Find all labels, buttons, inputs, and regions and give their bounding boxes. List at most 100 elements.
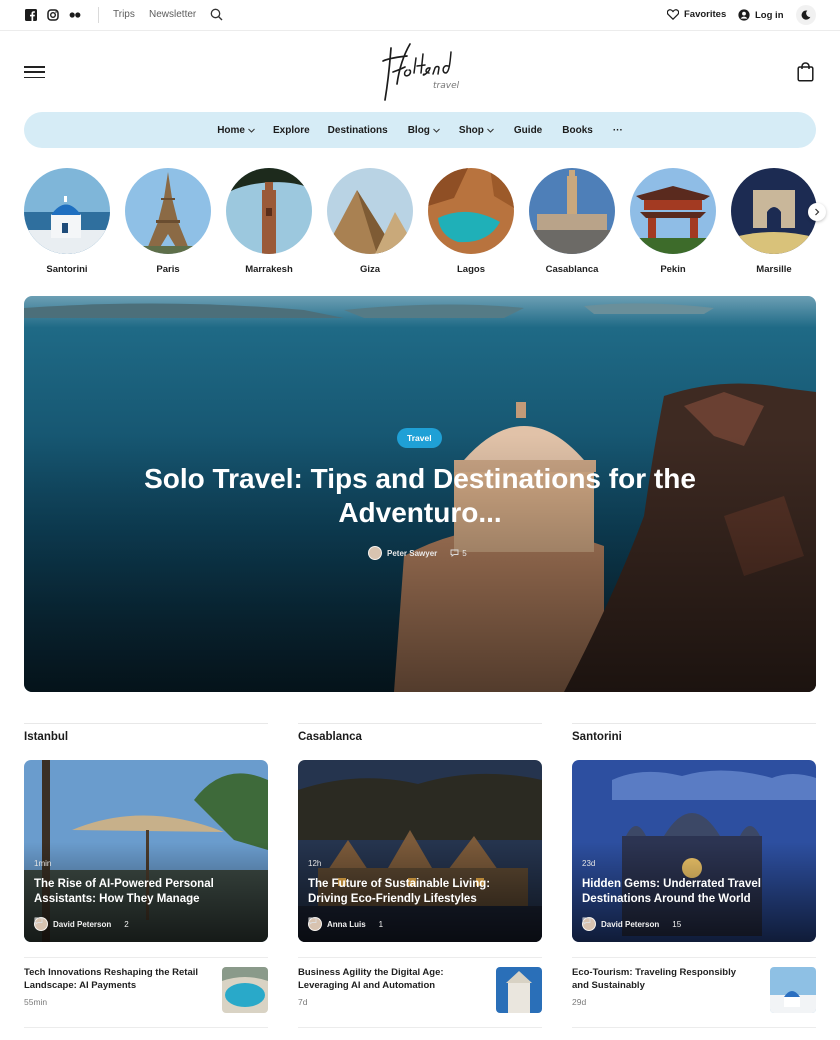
post-card[interactable]: 23d Hidden Gems: Underrated Travel Desti… xyxy=(572,760,816,942)
favorites-label: Favorites xyxy=(684,9,727,20)
destination-name: Pekin xyxy=(660,264,686,275)
destination-name: Giza xyxy=(359,264,381,275)
nav-item-guide[interactable]: Guide xyxy=(514,125,542,136)
destination-image xyxy=(630,168,716,254)
nav-more-button[interactable]: ··· xyxy=(613,125,623,136)
more-dots-icon: ··· xyxy=(612,124,623,136)
comment-count-value: 1 xyxy=(378,919,384,929)
destination-paris[interactable]: Paris xyxy=(125,168,211,275)
destination-giza[interactable]: Giza xyxy=(327,168,413,275)
post-image xyxy=(572,760,816,942)
post-title[interactable]: The Rise of AI-Powered Personal Assistan… xyxy=(34,877,244,907)
destination-name: Paris xyxy=(156,264,180,275)
mini-post[interactable]: Business Agility the Digital Age: Levera… xyxy=(298,957,542,1028)
column-title[interactable]: Istanbul xyxy=(24,731,268,743)
moon-icon xyxy=(801,10,811,20)
nav-item-label: Guide xyxy=(513,124,543,136)
post-age: 23d xyxy=(582,859,596,868)
comment-count-value: 5 xyxy=(462,548,467,558)
nav-item-label: Blog xyxy=(407,124,430,136)
comment-icon xyxy=(450,549,459,557)
post-image xyxy=(24,760,268,942)
newsletter-link[interactable]: Newsletter xyxy=(149,9,196,20)
destination-pekin[interactable]: Pekin xyxy=(630,168,716,275)
post-meta: David Peterson 15 xyxy=(582,917,681,931)
mini-post-title[interactable]: Tech Innovations Reshaping the Retail La… xyxy=(24,967,206,992)
comment-icon xyxy=(582,917,591,925)
post-card[interactable]: 12h The Future of Sustainable Living: Dr… xyxy=(298,760,542,942)
mini-post-thumbnail[interactable] xyxy=(770,967,816,1013)
destination-casablanca[interactable]: Casablanca xyxy=(529,168,615,275)
destination-image xyxy=(24,168,110,254)
mini-post-title[interactable]: Eco-Tourism: Traveling Responsibly and S… xyxy=(572,967,754,992)
mini-post-age: 7d xyxy=(298,997,308,1007)
facebook-icon[interactable] xyxy=(25,9,37,21)
login-button[interactable]: Log in xyxy=(738,9,784,21)
nav-item-label: Destinations xyxy=(327,124,388,136)
destination-name: Casablanca xyxy=(545,264,599,275)
comment-count[interactable]: 1 xyxy=(308,917,384,929)
comment-count[interactable]: 15 xyxy=(582,917,681,929)
post-age: 12h xyxy=(308,859,322,868)
heart-icon xyxy=(667,9,679,20)
main-navigation: Home Explore Destinations Blog Shop Guid… xyxy=(24,112,816,148)
author-avatar[interactable] xyxy=(368,546,382,560)
category-badge[interactable]: Travel xyxy=(397,428,442,448)
trips-link[interactable]: Trips xyxy=(113,9,135,20)
flickr-icon[interactable] xyxy=(69,9,81,21)
destination-marsille[interactable]: Marsille xyxy=(731,168,817,275)
nav-item-destinations[interactable]: Destinations xyxy=(328,125,388,136)
mini-post-thumbnail[interactable] xyxy=(496,967,542,1013)
mini-post-thumbnail[interactable] xyxy=(222,967,268,1013)
favorites-button[interactable]: Favorites xyxy=(667,9,726,20)
destination-santorini[interactable]: Santorini xyxy=(24,168,110,275)
next-arrow-button[interactable] xyxy=(808,203,826,221)
nav-item-books[interactable]: Books xyxy=(562,125,593,136)
author-name[interactable]: David Peterson xyxy=(601,920,659,929)
column-title[interactable]: Santorini xyxy=(572,731,816,743)
comment-count[interactable]: 2 xyxy=(34,917,129,929)
comment-count[interactable]: 5 xyxy=(450,548,467,558)
site-logo[interactable]: travel xyxy=(369,40,471,104)
menu-icon[interactable] xyxy=(24,66,45,79)
mini-post[interactable]: Eco-Tourism: Traveling Responsibly and S… xyxy=(572,957,816,1028)
mini-post[interactable]: Tech Innovations Reshaping the Retail La… xyxy=(24,957,268,1028)
chevron-right-icon xyxy=(815,208,820,216)
destination-image xyxy=(125,168,211,254)
nav-item-explore[interactable]: Explore xyxy=(273,125,310,136)
hero-featured-post[interactable]: Travel Solo Travel: Tips and Destination… xyxy=(24,296,816,692)
nav-item-label: Books xyxy=(562,124,593,136)
post-meta: Anna Luis 1 xyxy=(308,917,383,931)
destination-image xyxy=(731,168,817,254)
login-label: Log in xyxy=(755,9,784,21)
dark-mode-toggle[interactable] xyxy=(796,5,816,25)
destination-marrakesh[interactable]: Marrakesh xyxy=(226,168,312,275)
nav-item-label: Home xyxy=(217,124,245,136)
post-card[interactable]: 1min The Rise of AI-Powered Personal Ass… xyxy=(24,760,268,942)
mini-post-age: 29d xyxy=(572,997,587,1007)
destination-image xyxy=(428,168,514,254)
nav-item-blog[interactable]: Blog xyxy=(408,125,440,136)
top-utility-bar: Trips Newsletter Favorites Log in xyxy=(0,0,840,31)
comment-icon xyxy=(34,917,43,925)
column-title[interactable]: Casablanca xyxy=(298,731,542,743)
search-icon[interactable] xyxy=(210,8,223,21)
shopping-bag-icon[interactable] xyxy=(797,62,814,82)
chevron-down-icon xyxy=(433,128,440,133)
nav-item-label: Explore xyxy=(272,124,310,136)
chevron-down-icon xyxy=(248,128,255,133)
post-title[interactable]: Hidden Gems: Underrated Travel Destinati… xyxy=(582,877,792,907)
instagram-icon[interactable] xyxy=(47,9,59,21)
author-name[interactable]: Peter Sawyer xyxy=(387,549,437,558)
author-name[interactable]: David Peterson xyxy=(53,920,111,929)
nav-item-shop[interactable]: Shop xyxy=(459,125,494,136)
mini-post-title[interactable]: Business Agility the Digital Age: Levera… xyxy=(298,967,480,992)
post-meta: Peter Sawyer 5 xyxy=(368,546,467,560)
post-title[interactable]: The Future of Sustainable Living: Drivin… xyxy=(308,877,518,907)
nav-item-home[interactable]: Home xyxy=(217,125,255,136)
nav-item-label: Shop xyxy=(458,124,484,136)
mini-post-age: 55min xyxy=(24,997,48,1007)
hero-title[interactable]: Solo Travel: Tips and Destinations for t… xyxy=(120,462,720,530)
destination-lagos[interactable]: Lagos xyxy=(428,168,514,275)
author-name[interactable]: Anna Luis xyxy=(327,920,366,929)
